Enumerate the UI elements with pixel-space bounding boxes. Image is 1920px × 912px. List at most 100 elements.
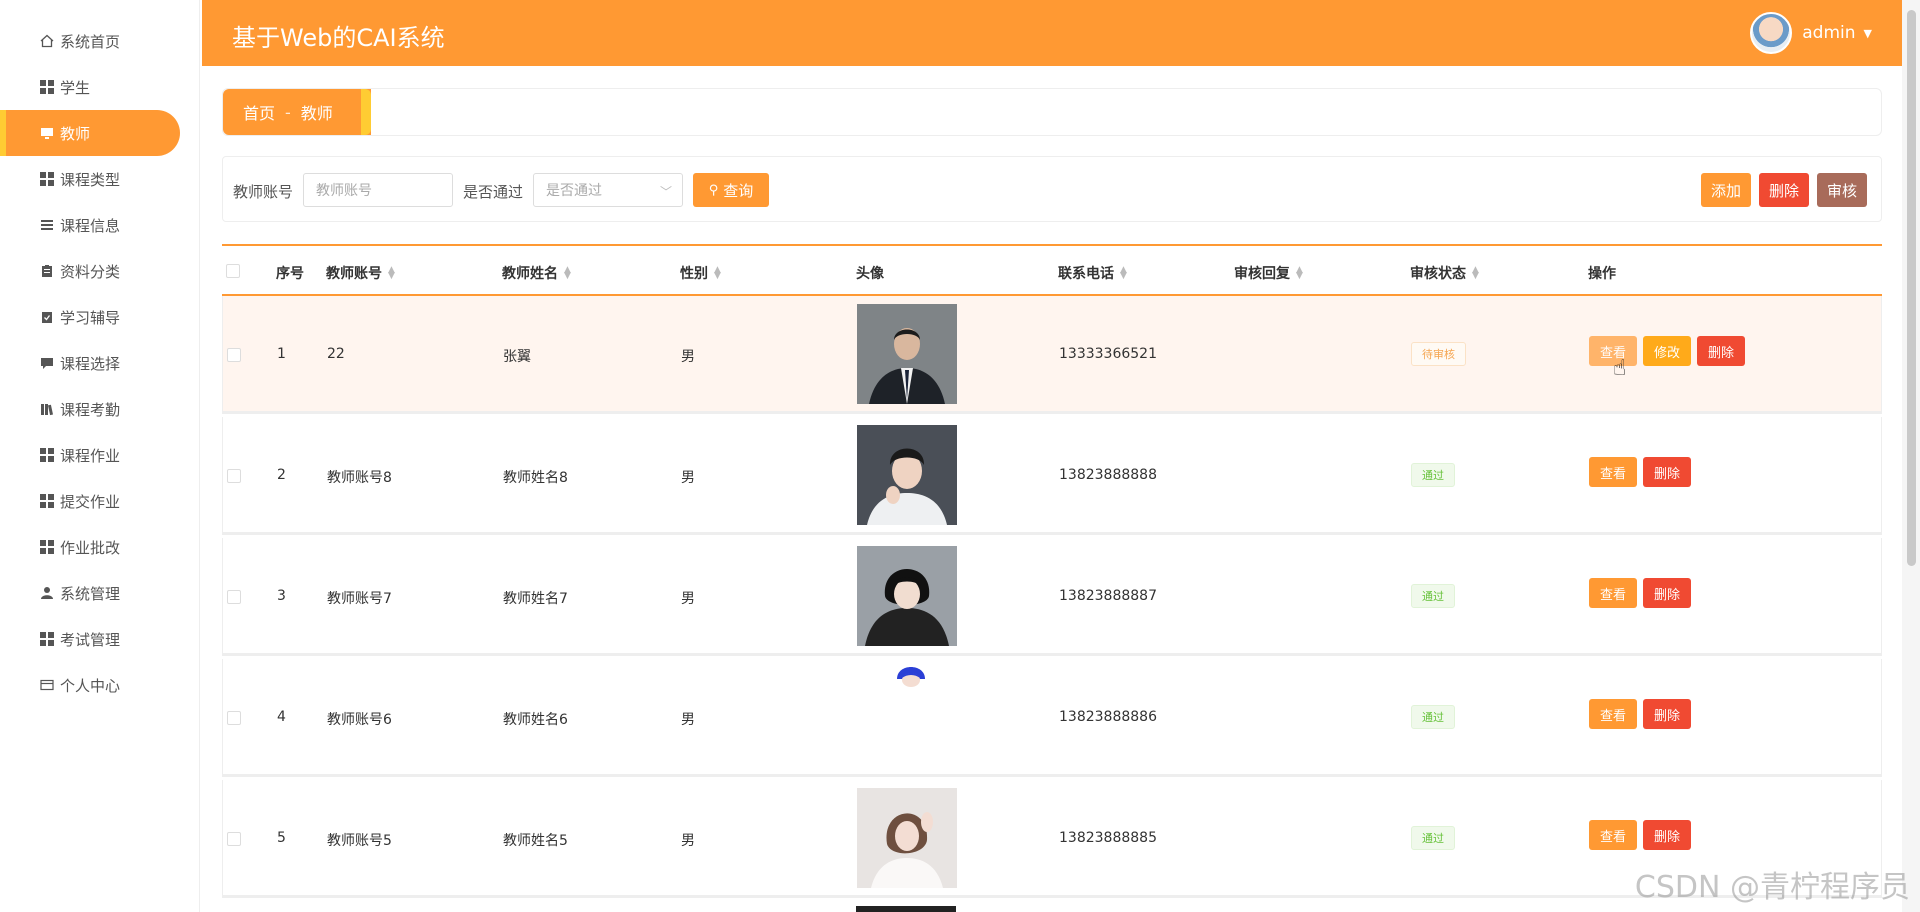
sidebar-item-attendance[interactable]: 课程考勤 — [0, 386, 180, 432]
header-reply[interactable]: 审核回复 ▲ ▼ — [1234, 263, 1303, 283]
grid-icon — [40, 448, 54, 462]
sidebar-item-label: 资料分类 — [60, 262, 121, 281]
sidebar-item-home[interactable]: 系统首页 — [0, 18, 180, 64]
user-menu[interactable]: admin ▼ — [1750, 12, 1872, 54]
sort-icon[interactable]: ▲ ▼ — [1296, 266, 1303, 281]
delete-button[interactable]: 删除 — [1697, 336, 1745, 366]
cell-gender: 男 — [681, 349, 695, 365]
home-icon — [40, 34, 54, 48]
teacher-photo-partial — [856, 906, 956, 912]
delete-button[interactable]: 删除 — [1643, 699, 1691, 729]
query-button[interactable]: ⚲ 查询 — [693, 173, 769, 207]
cell-gender: 男 — [681, 833, 695, 849]
table-row[interactable]: 1 22 张翼 男 13333366521 待审核 查看 修改 删除 — [222, 296, 1882, 414]
passed-select[interactable]: 是否通过 ﹀ — [533, 173, 683, 207]
cell-phone: 13823888885 — [1059, 830, 1157, 846]
status-badge: 通过 — [1411, 463, 1455, 487]
review-button[interactable]: 审核 — [1817, 173, 1867, 207]
header-phone-label: 联系电话 — [1058, 266, 1114, 282]
table-row[interactable]: 5 教师账号5 教师姓名5 男 13823888885 通过 查看 删除 — [222, 780, 1882, 898]
clipboard-check-icon — [40, 310, 54, 324]
sidebar-item-student[interactable]: 学生 — [0, 64, 180, 110]
grid-icon — [40, 80, 54, 94]
batch-delete-button[interactable]: 删除 — [1759, 173, 1809, 207]
top-header: 基于Web的CAI系统 admin ▼ — [202, 0, 1902, 66]
cell-phone: 13823888887 — [1059, 588, 1157, 604]
header-phone[interactable]: 联系电话 ▲ ▼ — [1058, 263, 1127, 283]
account-search-input[interactable]: 教师账号 — [303, 173, 453, 207]
caret-down-icon: ▼ — [1863, 26, 1872, 40]
row-checkbox[interactable] — [227, 832, 241, 846]
sidebar-item-course-type[interactable]: 课程类型 — [0, 156, 180, 202]
add-button[interactable]: 添加 — [1701, 173, 1751, 207]
sidebar-item-label: 作业批改 — [60, 538, 121, 557]
scrollbar-thumb[interactable] — [1907, 10, 1916, 566]
grid-icon — [40, 632, 54, 646]
cell-phone: 13823888888 — [1059, 467, 1157, 483]
sidebar-item-material-category[interactable]: 资料分类 — [0, 248, 180, 294]
sidebar-item-personal-center[interactable]: 个人中心 — [0, 662, 180, 708]
sidebar-item-grading[interactable]: 作业批改 — [0, 524, 180, 570]
breadcrumb-home[interactable]: 首页 — [243, 100, 275, 124]
header-reply-label: 审核回复 — [1234, 266, 1290, 282]
cell-name: 教师姓名5 — [503, 833, 568, 849]
view-button[interactable]: 查看 — [1589, 699, 1637, 729]
sort-icon[interactable]: ▲ ▼ — [1120, 266, 1127, 281]
sidebar-item-course-homework[interactable]: 课程作业 — [0, 432, 180, 478]
card-icon — [40, 678, 54, 692]
sidebar-item-label: 学生 — [60, 78, 91, 97]
account-label: 教师账号 — [233, 183, 294, 201]
sidebar-item-label: 考试管理 — [60, 630, 121, 649]
sidebar-item-label: 个人中心 — [60, 676, 121, 695]
row-checkbox[interactable] — [227, 590, 241, 604]
cell-name: 教师姓名6 — [503, 712, 568, 728]
sidebar-item-system-management[interactable]: 系统管理 — [0, 570, 180, 616]
sidebar-item-label: 课程选择 — [60, 354, 121, 373]
select-all-checkbox[interactable] — [226, 264, 240, 278]
header-status[interactable]: 审核状态 ▲ ▼ — [1410, 263, 1479, 283]
table-row[interactable]: 4 教师账号6 教师姓名6 男 13823888886 通过 查看 删除 — [222, 659, 1882, 777]
header-gender-label: 性别 — [680, 266, 708, 282]
header-actions: 操作 — [1588, 266, 1616, 282]
sort-icon[interactable]: ▲ ▼ — [564, 266, 571, 281]
header-name[interactable]: 教师姓名 ▲ ▼ — [502, 263, 571, 283]
status-badge: 待审核 — [1411, 342, 1466, 366]
sidebar-item-submit-homework[interactable]: 提交作业 — [0, 478, 180, 524]
sidebar-item-tutoring[interactable]: 学习辅导 — [0, 294, 180, 340]
sort-icon[interactable]: ▲ ▼ — [714, 266, 721, 281]
sidebar-item-label: 系统管理 — [60, 584, 121, 603]
row-checkbox[interactable] — [227, 469, 241, 483]
page-scrollbar[interactable] — [1902, 0, 1920, 912]
sort-icon[interactable]: ▲ ▼ — [1472, 266, 1479, 281]
sidebar-item-course-info[interactable]: 课程信息 — [0, 202, 180, 248]
sort-icon[interactable]: ▲ ▼ — [388, 266, 395, 281]
chat-icon — [40, 356, 54, 370]
header-gender[interactable]: 性别 ▲ ▼ — [680, 263, 721, 283]
teacher-photo — [897, 667, 925, 687]
delete-button[interactable]: 删除 — [1643, 578, 1691, 608]
header-avatar: 头像 — [856, 266, 884, 282]
app-title: 基于Web的CAI系统 — [232, 24, 445, 52]
header-account[interactable]: 教师账号 ▲ ▼ — [326, 263, 395, 283]
sidebar-item-teacher[interactable]: 教师 — [0, 110, 180, 156]
view-button[interactable]: 查看 — [1589, 820, 1637, 850]
view-button[interactable]: 查看 — [1589, 578, 1637, 608]
table-row[interactable]: 2 教师账号8 教师姓名8 男 13823888888 通过 查看 删除 — [222, 417, 1882, 535]
edit-button[interactable]: 修改 — [1643, 336, 1691, 366]
row-checkbox[interactable] — [227, 711, 241, 725]
row-checkbox[interactable] — [227, 348, 241, 362]
sidebar-item-label: 课程考勤 — [60, 400, 121, 419]
table-row[interactable]: 3 教师账号7 教师姓名7 男 13823888887 通过 查看 删除 — [222, 538, 1882, 656]
account-placeholder: 教师账号 — [316, 183, 372, 199]
teacher-photo — [857, 304, 957, 404]
user-icon — [40, 586, 54, 600]
sidebar-item-exam-management[interactable]: 考试管理 — [0, 616, 180, 662]
delete-button[interactable]: 删除 — [1643, 820, 1691, 850]
grid-icon — [40, 540, 54, 554]
status-badge: 通过 — [1411, 826, 1455, 850]
sidebar-item-course-selection[interactable]: 课程选择 — [0, 340, 180, 386]
delete-button[interactable]: 删除 — [1643, 457, 1691, 487]
teacher-photo — [857, 788, 957, 888]
view-button[interactable]: 查看 — [1589, 457, 1637, 487]
cell-phone: 13823888886 — [1059, 709, 1157, 725]
